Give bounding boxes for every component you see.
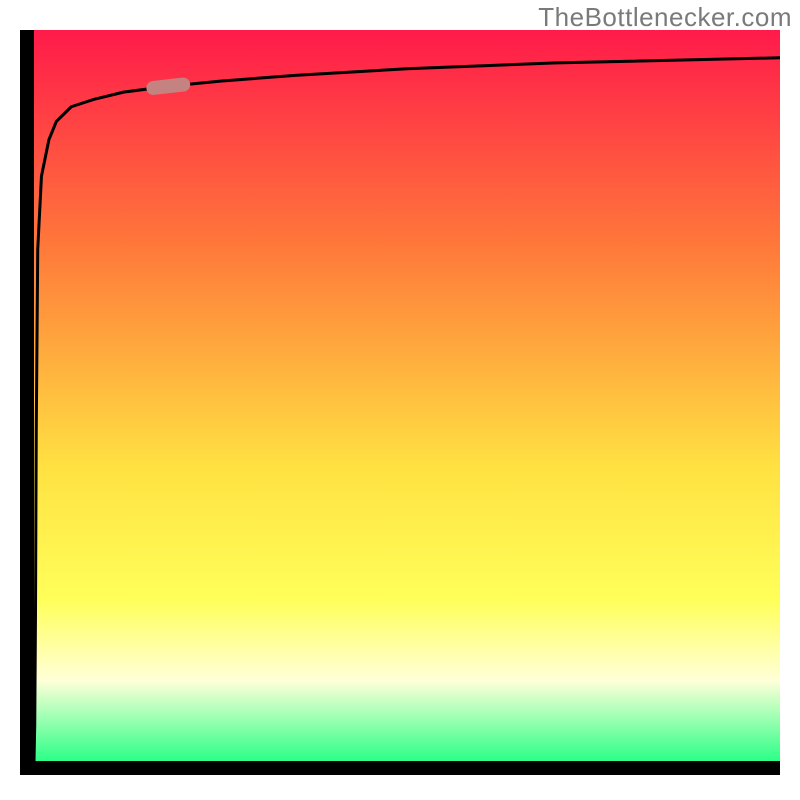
watermark-text: TheBottlenecker.com [538,2,792,33]
chart-container: TheBottlenecker.com [0,0,800,800]
y-axis [20,30,34,775]
gradient-background [34,30,780,761]
plot-area [34,30,780,761]
chart-svg [34,30,780,761]
x-axis [20,761,780,775]
